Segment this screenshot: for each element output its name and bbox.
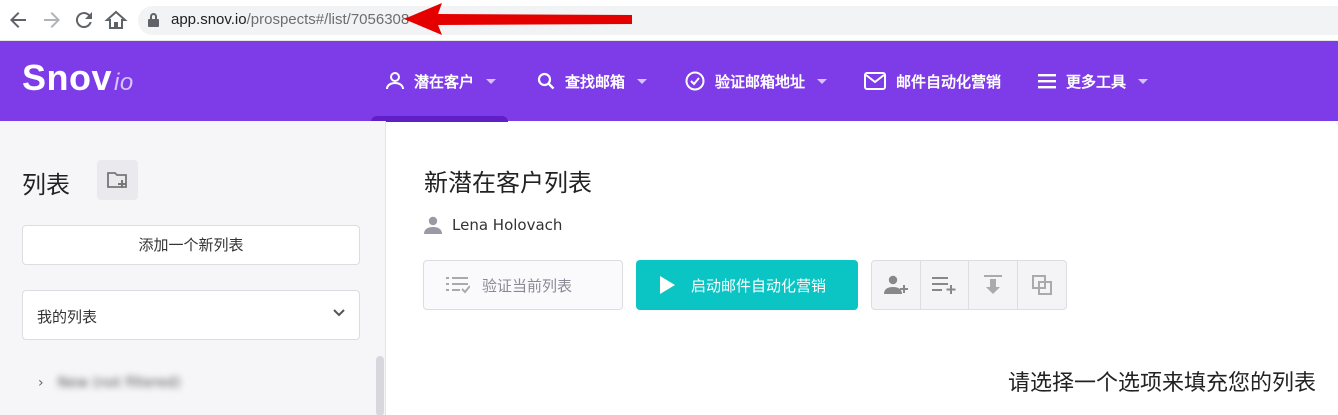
start-campaign-button[interactable]: 启动邮件自动化营销 <box>636 260 858 310</box>
copy-list-button[interactable] <box>1018 261 1067 309</box>
snovio-logo[interactable]: Snovio <box>22 57 134 99</box>
start-campaign-label: 启动邮件自动化营销 <box>691 276 827 295</box>
chevron-down-icon <box>637 78 648 84</box>
list-owner: Lena Holovach <box>424 216 562 234</box>
menu-find-emails[interactable]: 查找邮箱 <box>537 67 648 95</box>
menu-more-tools[interactable]: 更多工具 <box>1038 67 1149 95</box>
menu-prospects[interactable]: 潜在客户 <box>386 67 497 95</box>
list-detail-panel: 新潜在客户列表 Lena Holovach 验证当前列表 启动邮件自动化营销 请… <box>386 121 1338 415</box>
copy-icon <box>1031 275 1052 295</box>
add-folder-button[interactable] <box>97 160 138 200</box>
user-icon <box>386 72 404 90</box>
playlist-add-icon <box>932 277 956 294</box>
menu-icon <box>1038 74 1056 89</box>
list-item-label: New (not filtered) <box>57 375 181 391</box>
download-icon <box>983 275 1002 294</box>
list-item[interactable]: › New (not filtered) <box>38 373 181 393</box>
verify-list-label: 验证当前列表 <box>482 276 573 295</box>
owner-name: Lena Holovach <box>452 216 563 234</box>
annotation-arrow <box>404 3 632 35</box>
url-text: app.snov.io/prospects#/list/7056308 <box>171 11 410 28</box>
lists-sidebar: 列表 添加一个新列表 我的列表 › New (not filtered) <box>0 121 386 415</box>
add-to-list-button[interactable] <box>921 261 969 309</box>
add-user-icon <box>883 275 908 294</box>
sidebar-scrollbar[interactable] <box>376 356 384 415</box>
sidebar-title: 列表 <box>22 171 70 199</box>
browser-toolbar: app.snov.io/prospects#/list/7056308 <box>0 0 1338 41</box>
import-button[interactable] <box>969 261 1018 309</box>
page-title: 新潜在客户列表 <box>424 169 592 197</box>
chevron-down-icon <box>1138 78 1149 84</box>
reload-icon[interactable] <box>72 8 96 32</box>
folder-plus-icon <box>107 172 127 188</box>
list-actions-group <box>871 260 1067 310</box>
menu-verify-emails[interactable]: 验证邮箱地址 <box>685 67 828 95</box>
empty-list-prompt: 请选择一个选项来填充您的列表 <box>1007 371 1316 396</box>
check-circle-icon <box>685 71 705 91</box>
user-icon <box>424 216 442 234</box>
chevron-down-icon <box>817 78 828 84</box>
forward-arrow-icon[interactable] <box>40 8 64 32</box>
play-icon <box>660 276 675 294</box>
verify-list-button[interactable]: 验证当前列表 <box>423 260 623 310</box>
my-lists-label: 我的列表 <box>37 308 98 326</box>
lock-icon <box>148 13 159 27</box>
menu-drip-campaigns[interactable]: 邮件自动化营销 <box>864 67 1001 95</box>
app-header: Snovio 潜在客户 查找邮箱 验证邮箱地址 邮件自动化营销 更多工具 <box>0 41 1338 122</box>
list-check-icon <box>446 277 470 294</box>
my-lists-dropdown[interactable]: 我的列表 <box>22 290 360 340</box>
chevron-down-icon <box>333 309 345 317</box>
chevron-right-icon: › <box>38 375 44 391</box>
chevron-down-icon <box>486 78 497 84</box>
add-prospect-button[interactable] <box>872 261 921 309</box>
add-new-list-button[interactable]: 添加一个新列表 <box>22 225 360 265</box>
search-icon <box>537 72 555 90</box>
home-icon[interactable] <box>104 8 128 32</box>
address-bar[interactable]: app.snov.io/prospects#/list/7056308 <box>138 6 1338 35</box>
back-arrow-icon[interactable] <box>6 8 30 32</box>
mail-icon <box>864 72 886 90</box>
